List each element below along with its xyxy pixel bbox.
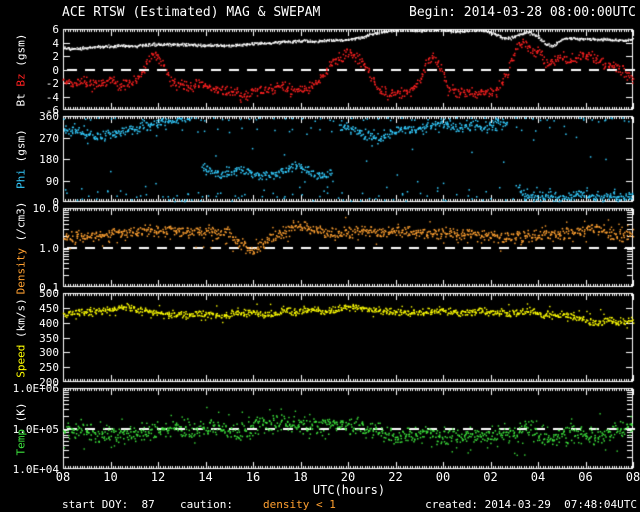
- y-tick-label: 270: [39, 131, 59, 145]
- y-tick-label: 1.0: [39, 241, 59, 255]
- y-tick-label: 250: [39, 361, 59, 375]
- y-axis-label-temp: Temp (K): [14, 402, 28, 456]
- y-axis-label-phi: Phi (gsm): [14, 129, 28, 189]
- y-axis-label-part: Bz: [14, 72, 28, 87]
- y-tick-label: 450: [39, 301, 59, 315]
- y-tick-label: 400: [39, 316, 59, 330]
- plot-canvas: [0, 0, 640, 512]
- footer-caution-label: caution:: [180, 498, 233, 511]
- x-tick-label: 20: [340, 470, 356, 484]
- y-axis-label-part: Density: [14, 247, 28, 294]
- y-axis-label-mag: Bt Bz (gsm): [14, 33, 28, 106]
- y-tick-label: -4: [45, 90, 59, 104]
- y-tick-label: 350: [39, 331, 59, 345]
- x-tick-label: 06: [578, 470, 593, 484]
- y-tick-label: 6: [52, 23, 59, 36]
- x-tick-label: 10: [103, 470, 118, 484]
- footer-caution-value: density < 1: [263, 498, 336, 511]
- y-tick-label: 1.0E+05: [12, 422, 59, 436]
- y-axis-label-part: Bt: [14, 86, 28, 106]
- y-axis-label-density: Density (/cm3): [14, 201, 28, 294]
- y-axis-label-part: (gsm): [14, 33, 28, 73]
- x-tick-label: 18: [293, 470, 308, 484]
- x-tick-label: 16: [245, 470, 261, 484]
- x-tick-label: 12: [150, 470, 166, 484]
- ace-rtsw-plot: ACE RTSW (Estimated) MAG & SWEPAM Begin:…: [0, 0, 640, 512]
- y-axis-label-part: Temp: [14, 428, 28, 456]
- y-tick-label: 2: [52, 50, 59, 63]
- x-tick-label: 22: [388, 470, 403, 484]
- y-tick-label: 10.0: [32, 202, 60, 215]
- y-axis-label-part: (/cm3): [14, 201, 28, 248]
- y-axis-label-part: Speed: [14, 344, 28, 378]
- x-tick-label: 04: [530, 470, 546, 484]
- y-axis-label-part: (gsm): [14, 129, 28, 169]
- y-tick-label: 300: [39, 346, 59, 360]
- y-axis-label-part: (km/s): [14, 297, 28, 345]
- y-tick-label: 500: [39, 287, 59, 300]
- y-axis-label-speed: Speed (km/s): [14, 297, 28, 378]
- x-tick-label: 00: [435, 470, 451, 484]
- x-tick-label: 14: [198, 470, 213, 484]
- y-axis-label-part: Phi: [14, 168, 28, 189]
- y-tick-label: -2: [45, 77, 59, 90]
- x-axis-title: UTC(hours): [312, 483, 386, 497]
- x-tick-label: 02: [483, 470, 498, 484]
- begin-timestamp: Begin: 2014-03-28 08:00:00UTC: [409, 5, 636, 20]
- y-axis-label-part: (K): [14, 402, 28, 429]
- y-tick-label: 360: [39, 110, 59, 123]
- y-tick-label: 90: [45, 174, 59, 188]
- footer-start-doy: start DOY: 87: [62, 498, 155, 511]
- y-tick-label: 1.0E+06: [12, 382, 59, 395]
- x-tick-label: 08: [55, 470, 71, 484]
- y-tick-label: 180: [39, 153, 59, 166]
- footer-created-timestamp: created: 2014-03-29 07:48:04UTC: [425, 498, 637, 511]
- y-tick-label: 4: [52, 36, 59, 50]
- y-tick-label: 0: [52, 63, 59, 77]
- x-tick-label: 08: [625, 470, 640, 484]
- page-title: ACE RTSW (Estimated) MAG & SWEPAM: [62, 5, 321, 20]
